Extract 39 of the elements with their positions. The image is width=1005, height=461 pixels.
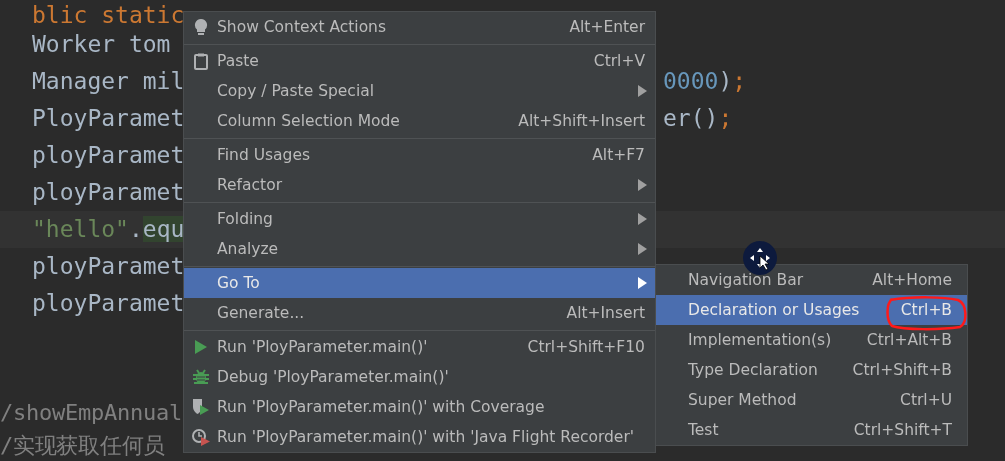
menu-item[interactable]: Navigation Bar Alt+Home xyxy=(656,265,967,295)
menu-item[interactable]: Debug 'PloyParameter.main()' xyxy=(184,362,655,392)
code-line: PloyParamet xyxy=(31,104,185,133)
code-line: blic static xyxy=(31,1,185,30)
menu-item[interactable]: Copy / Paste Special xyxy=(184,76,655,106)
menu-item[interactable]: Analyze xyxy=(184,234,655,264)
menu-item[interactable]: Go To xyxy=(184,268,655,298)
menu-item[interactable]: Generate... Alt+Insert xyxy=(184,298,655,328)
menu-item[interactable]: Folding xyxy=(184,204,655,234)
menu-item[interactable]: Show Context Actions Alt+Enter xyxy=(184,12,655,42)
play-icon xyxy=(194,339,208,355)
menu-item[interactable]: Find Usages Alt+F7 xyxy=(184,140,655,170)
menu-item[interactable]: Type Declaration Ctrl+Shift+B xyxy=(656,355,967,385)
menu-item[interactable]: Super Method Ctrl+U xyxy=(656,385,967,415)
code-comment: /实现获取任何员 xyxy=(0,432,166,460)
code-line: Worker tom xyxy=(31,30,171,59)
menu-item[interactable]: Column Selection Mode Alt+Shift+Insert xyxy=(184,106,655,136)
code-line: 0000); xyxy=(663,67,747,96)
menu-item[interactable]: Run 'PloyParameter.main()' Ctrl+Shift+F10 xyxy=(184,332,655,362)
menu-item[interactable]: Declaration or Usages Ctrl+B xyxy=(656,295,967,325)
menu-item[interactable]: Run 'PloyParameter.main()' with 'Java Flight Recorder' xyxy=(184,422,655,452)
clock-play-icon xyxy=(191,428,211,446)
code-line: er(); xyxy=(663,104,733,133)
code-line: ployParamet xyxy=(31,178,185,207)
shield-play-icon xyxy=(191,398,211,416)
menu-item[interactable]: Paste Ctrl+V xyxy=(184,46,655,76)
code-line: ployParamet xyxy=(31,141,185,170)
clipboard-icon xyxy=(194,52,208,70)
bug-icon xyxy=(192,368,210,386)
code-line: ployParamet xyxy=(31,252,185,281)
menu-item[interactable]: Run 'PloyParameter.main()' with Coverage xyxy=(184,392,655,422)
menu-item[interactable]: Refactor xyxy=(184,170,655,200)
code-comment: /showEmpAnnual xyxy=(0,399,182,427)
code-line: "hello".equ xyxy=(31,215,185,244)
menu-item[interactable]: Implementation(s) Ctrl+Alt+B xyxy=(656,325,967,355)
menu-item[interactable]: Test Ctrl+Shift+T xyxy=(656,415,967,445)
code-line: Manager mil xyxy=(31,67,185,96)
lightbulb-icon xyxy=(194,18,208,36)
code-line: ployParamet xyxy=(31,289,185,318)
